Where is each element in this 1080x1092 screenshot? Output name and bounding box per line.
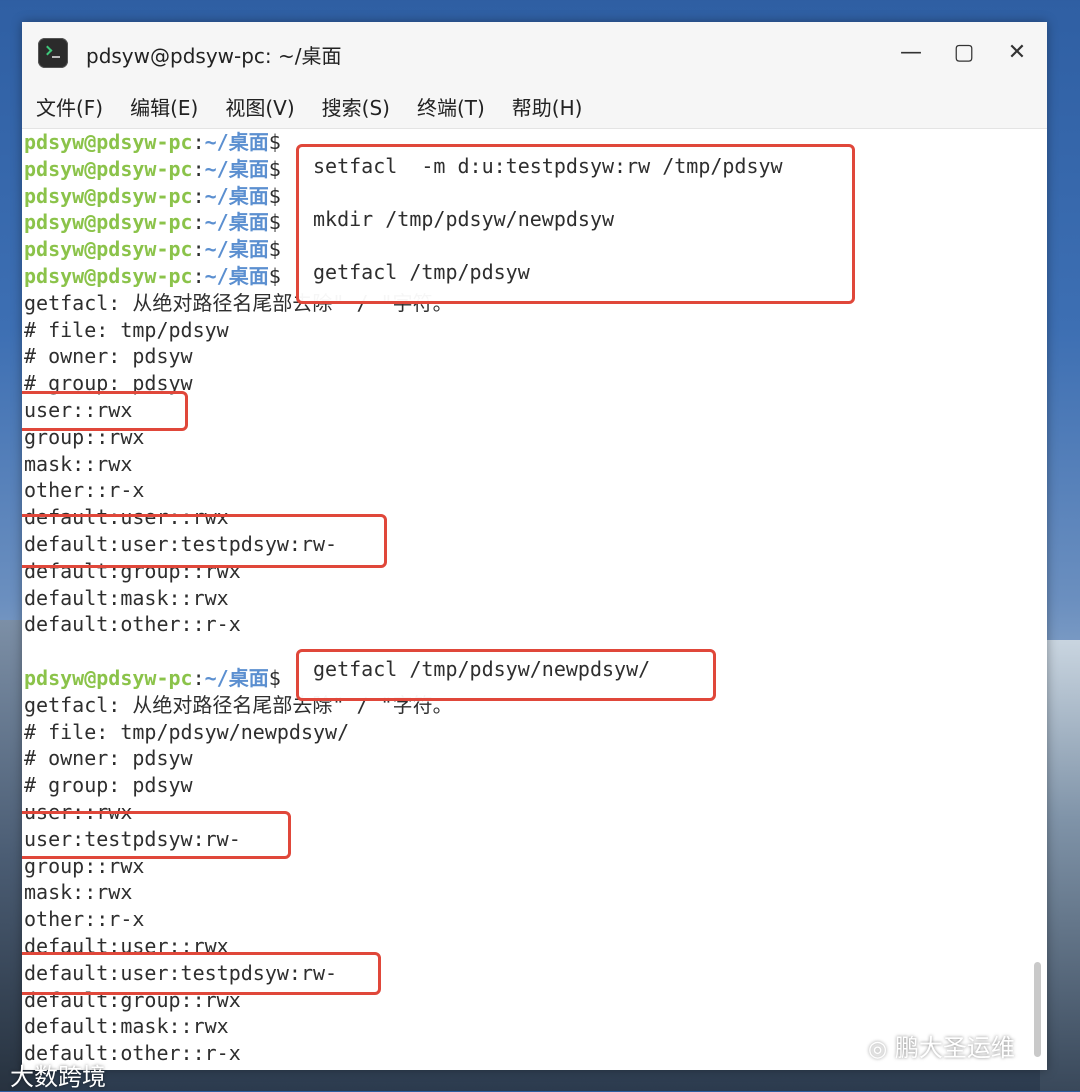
command-setfacl: setfacl -m d:u:testpdsyw:rw /tmp/pdsyw bbox=[313, 154, 783, 178]
command-getfacl-newpdsyw: getfacl /tmp/pdsyw/newpdsyw/ bbox=[313, 657, 651, 681]
highlight-default-user-testpdsyw-2 bbox=[22, 952, 381, 995]
command-mkdir: mkdir /tmp/pdsyw/newpdsyw bbox=[313, 206, 615, 231]
highlight-user-rwx bbox=[22, 391, 188, 431]
command-getfacl: getfacl /tmp/pdsyw bbox=[313, 259, 530, 284]
terminal-app-icon bbox=[38, 38, 68, 68]
highlight-command2-box: getfacl /tmp/pdsyw/newpdsyw/ bbox=[296, 649, 716, 701]
close-icon[interactable]: ✕ bbox=[1000, 36, 1034, 70]
output-line: default:mask::rwx bbox=[24, 585, 229, 610]
output-line: other::r-x bbox=[24, 907, 145, 932]
menu-file[interactable]: 文件(F) bbox=[36, 92, 103, 121]
output-line: # file: tmp/pdsyw/newpdsyw/ bbox=[24, 719, 350, 744]
watermark-right-text: 鹏大圣运维 bbox=[894, 1034, 1015, 1062]
menu-help[interactable]: 帮助(H) bbox=[512, 92, 583, 121]
window-title: pdsyw@pdsyw-pc: ~/桌面 bbox=[86, 44, 342, 68]
terminal-window: pdsyw@pdsyw-pc: ~/桌面 — ▢ ✕ 文件(F) 编辑(E) 视… bbox=[22, 22, 1047, 1070]
menu-view[interactable]: 视图(V) bbox=[225, 92, 294, 121]
watermark-right: ◎ 鹏大圣运维 bbox=[868, 1028, 1015, 1063]
output-line: mask::rwx bbox=[24, 451, 133, 476]
output-line: default:other::r-x bbox=[24, 612, 241, 637]
menu-edit[interactable]: 编辑(E) bbox=[130, 92, 198, 121]
scrollbar[interactable] bbox=[1034, 962, 1041, 1057]
maximize-icon[interactable]: ▢ bbox=[947, 36, 981, 70]
wechat-icon: ◎ bbox=[868, 1037, 888, 1062]
highlight-default-user-testpdsyw bbox=[22, 514, 387, 568]
output-line: # file: tmp/pdsyw bbox=[24, 317, 229, 342]
menu-bar: 文件(F) 编辑(E) 视图(V) 搜索(S) 终端(T) 帮助(H) bbox=[22, 84, 1047, 129]
highlight-commands-box: setfacl -m d:u:testpdsyw:rw /tmp/pdsyw m… bbox=[296, 144, 855, 304]
menu-terminal[interactable]: 终端(T) bbox=[417, 92, 485, 121]
title-bar[interactable]: pdsyw@pdsyw-pc: ~/桌面 — ▢ ✕ bbox=[22, 22, 1047, 84]
watermark-left: 大数跨境 bbox=[10, 1063, 106, 1091]
minimize-icon[interactable]: — bbox=[894, 36, 928, 70]
output-line: # owner: pdsyw bbox=[24, 344, 193, 369]
highlight-user-testpdsyw bbox=[22, 811, 291, 859]
output-line: # group: pdsyw bbox=[24, 773, 193, 798]
output-line: other::r-x bbox=[24, 478, 145, 503]
output-line: mask::rwx bbox=[24, 880, 133, 905]
output-line: # owner: pdsyw bbox=[24, 746, 193, 771]
menu-search[interactable]: 搜索(S) bbox=[322, 92, 390, 121]
